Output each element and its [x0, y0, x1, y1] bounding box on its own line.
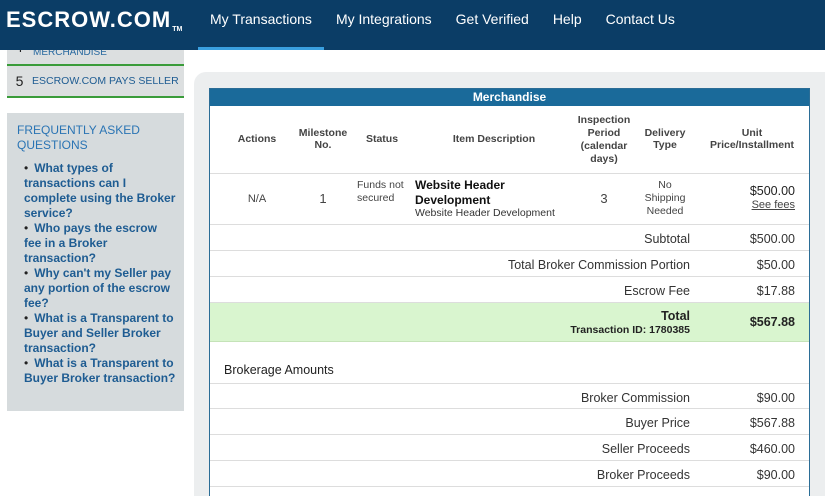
nav-help[interactable]: Help: [541, 0, 594, 50]
merchandise-title: Merchandise: [210, 89, 809, 106]
subtotal-row: Subtotal $500.00: [210, 225, 809, 251]
bullet-icon: •: [24, 356, 29, 370]
faq-link[interactable]: What is a Transparent to Buyer and Selle…: [24, 311, 174, 355]
step-escrow-pays-seller[interactable]: 5 ESCROW.COM PAYS SELLER: [7, 66, 184, 98]
broker-commission-row: Broker Commission $90.00: [210, 383, 809, 409]
step-merchandise[interactable]: 4 MERCHANDISE: [7, 50, 184, 66]
col-actions: Actions: [237, 133, 277, 145]
col-milestone: Milestone No.: [298, 127, 348, 151]
faq-title: FREQUENTLY ASKED QUESTIONS: [17, 123, 140, 152]
nav-my-transactions[interactable]: My Transactions: [198, 0, 324, 50]
escrow-fee-value: $17.88: [756, 284, 795, 298]
buyer-price-value: $567.88: [749, 416, 795, 430]
top-navbar: ESCROW.COMTM My Transactions My Integrat…: [0, 0, 825, 50]
col-item-description: Item Description: [452, 133, 536, 145]
row-item-title: Website Header Development: [415, 178, 505, 207]
broker-commission-value: $90.00: [756, 391, 795, 405]
table-row: N/A 1 Funds not secured Website Header D…: [210, 174, 809, 225]
subtotal-value: $500.00: [749, 232, 795, 246]
transaction-steps: 4 MERCHANDISE 5 ESCROW.COM PAYS SELLER: [7, 50, 184, 98]
row-actions: N/A: [247, 193, 267, 205]
buyer-price-label: Buyer Price: [625, 416, 690, 430]
row-status: Funds not secured: [357, 179, 404, 204]
step-label: MERCHANDISE: [33, 50, 107, 58]
row-delivery: No Shipping Needed: [644, 179, 686, 217]
merchandise-table: Merchandise Actions Milestone No. Status…: [209, 88, 810, 496]
bullet-icon: •: [24, 161, 29, 175]
logo-text: ESCROW.COM: [6, 7, 172, 32]
faq-item[interactable]: • What is a Transparent to Buyer and Sell…: [24, 311, 176, 356]
nav-my-integrations[interactable]: My Integrations: [324, 0, 444, 50]
broker-commission-label: Broker Commission: [580, 391, 690, 405]
faq-link[interactable]: Who pays the escrow fee in a Broker tran…: [24, 221, 157, 265]
faq-link[interactable]: What types of transactions can I complet…: [24, 161, 175, 220]
broker-commission-portion-label: Total Broker Commission Portion: [507, 258, 690, 272]
faq-link[interactable]: What is a Transparent to Buyer Broker tr…: [24, 356, 175, 385]
seller-proceeds-value: $460.00: [749, 442, 795, 456]
bullet-icon: •: [24, 311, 29, 325]
step-label: ESCROW.COM PAYS SELLER: [32, 75, 179, 87]
logo-tm: TM: [172, 26, 183, 33]
table-header: Actions Milestone No. Status Item Descri…: [210, 106, 809, 174]
broker-commission-portion-row: Total Broker Commission Portion $50.00: [210, 251, 809, 277]
faq-item[interactable]: • What is a Transparent to Buyer Broker t…: [24, 356, 176, 386]
subtotal-label: Subtotal: [644, 232, 690, 246]
row-milestone: 1: [319, 191, 327, 206]
buyer-price-row: Buyer Price $567.88: [210, 409, 809, 435]
escrow-fee-label: Escrow Fee: [624, 284, 690, 298]
nav-get-verified[interactable]: Get Verified: [444, 0, 541, 50]
broker-proceeds-row: Broker Proceeds $90.00: [210, 461, 809, 487]
total-row: Total Transaction ID: 1780385 $567.88: [210, 303, 809, 342]
faq-item[interactable]: • What types of transactions can I comple…: [24, 161, 176, 221]
broker-proceeds-label: Broker Proceeds: [596, 468, 690, 482]
col-unit-price: Unit Price/Installment: [709, 127, 795, 151]
bullet-icon: •: [24, 221, 29, 235]
seller-proceeds-row: Seller Proceeds $460.00: [210, 435, 809, 461]
broker-proceeds-value: $90.00: [756, 468, 795, 482]
main-nav: My Transactions My Integrations Get Veri…: [198, 0, 687, 50]
total-label: Total: [661, 309, 690, 323]
col-delivery-type: Delivery Type: [644, 127, 686, 151]
step-number: 5: [15, 73, 24, 89]
transaction-id: Transaction ID: 1780385: [570, 324, 690, 336]
nav-contact-us[interactable]: Contact Us: [594, 0, 687, 50]
col-status: Status: [365, 133, 399, 145]
escrow-fee-row: Escrow Fee $17.88: [210, 277, 809, 303]
bullet-icon: •: [24, 266, 29, 280]
row-inspection: 3: [600, 191, 608, 206]
total-value: $567.88: [749, 315, 795, 329]
row-item-subtitle: Website Header Development: [415, 207, 555, 219]
faq-panel: FREQUENTLY ASKED QUESTIONS • What types o…: [7, 113, 184, 411]
faq-item[interactable]: • Why can't my Seller pay any portion of …: [24, 266, 176, 311]
faq-list: • What types of transactions can I comple…: [17, 161, 176, 386]
broker-commission-portion-value: $50.00: [756, 258, 795, 272]
col-inspection-period: Inspection Period (calendar days): [577, 114, 631, 165]
brokerage-heading: Brokerage Amounts: [224, 363, 334, 377]
row-price: $500.00: [749, 184, 795, 198]
faq-link[interactable]: Why can't my Seller pay any portion of t…: [24, 266, 171, 310]
see-fees-link[interactable]: See fees: [752, 199, 795, 211]
escrow-logo[interactable]: ESCROW.COMTM: [6, 7, 182, 33]
faq-item[interactable]: • Who pays the escrow fee in a Broker tra…: [24, 221, 176, 266]
seller-proceeds-label: Seller Proceeds: [601, 442, 690, 456]
